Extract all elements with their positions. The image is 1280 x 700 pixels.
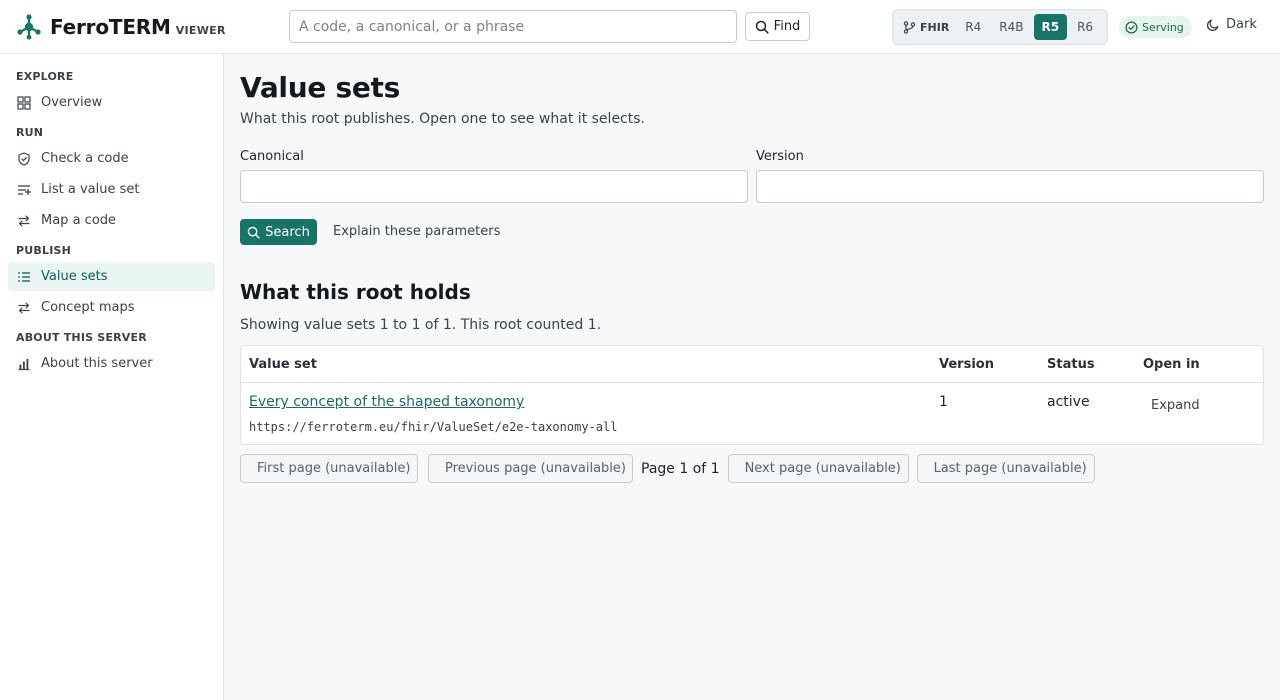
sidebar-section-about: ABOUT THIS SERVER <box>16 331 147 344</box>
sidebar-item-label: Concept maps <box>41 300 135 315</box>
find-label: Find <box>773 19 801 34</box>
arrows-swap-icon <box>18 301 30 314</box>
sidebar: EXPLORE Overview RUN Check a code List a… <box>0 54 224 700</box>
arrows-swap-icon <box>18 214 30 227</box>
status-label: Serving <box>1142 20 1184 34</box>
sidebar-section-run: RUN <box>16 126 44 139</box>
first-page-button[interactable]: First page (unavailable) <box>240 454 418 483</box>
sidebar-item-label: Overview <box>41 95 103 110</box>
find-button[interactable]: Find <box>745 12 810 41</box>
page-indicator: Page 1 of 1 <box>641 460 720 477</box>
page-subtitle: What this root publishes. Open one to se… <box>240 111 645 127</box>
search-icon <box>755 20 769 34</box>
app-subtitle: VIEWER <box>175 24 226 37</box>
section-title: What this root holds <box>240 280 471 304</box>
brand[interactable]: FerroTERM VIEWER <box>16 14 226 40</box>
previous-page-button[interactable]: Previous page (unavailable) <box>428 454 633 483</box>
sidebar-item-list-value-set[interactable]: List a value set <box>8 175 215 204</box>
column-header-status: Status <box>1047 357 1095 372</box>
value-sets-table: Value set Version Status Open in Every c… <box>240 345 1264 445</box>
sidebar-item-check-code[interactable]: Check a code <box>8 144 215 173</box>
sidebar-item-value-sets[interactable]: Value sets <box>8 262 215 291</box>
sidebar-item-label: Check a code <box>41 151 129 166</box>
value-set-link[interactable]: Every concept of the shaped taxonomy <box>249 394 524 410</box>
next-page-label: Next page (unavailable) <box>744 461 901 476</box>
shield-check-icon <box>18 151 30 166</box>
list-filter-icon <box>18 184 31 195</box>
next-page-button[interactable]: Next page (unavailable) <box>727 454 909 483</box>
column-header-version: Version <box>939 357 994 372</box>
previous-page-label: Previous page (unavailable) <box>445 461 626 476</box>
results-summary: Showing value sets 1 to 1 of 1. This roo… <box>240 317 602 333</box>
theme-label: Dark <box>1226 17 1257 32</box>
fhir-text: FHIR <box>920 20 950 34</box>
git-branch-icon <box>903 20 916 34</box>
sidebar-item-label: List a value set <box>41 182 140 197</box>
search-icon <box>247 226 260 239</box>
bar-chart-icon <box>18 358 30 370</box>
page-title: Value sets <box>240 71 401 104</box>
search-button[interactable]: Search <box>240 219 317 245</box>
status-badge: Serving <box>1119 16 1192 38</box>
last-page-button[interactable]: Last page (unavailable) <box>916 454 1095 483</box>
moon-icon <box>1206 19 1219 31</box>
column-header-open-in: Open in <box>1143 357 1200 372</box>
value-set-url: https://ferroterm.eu/fhir/ValueSet/e2e-t… <box>249 420 618 434</box>
version-r4b-button[interactable]: R4B <box>991 14 1031 40</box>
sidebar-item-map-code[interactable]: Map a code <box>8 206 215 235</box>
sidebar-item-overview[interactable]: Overview <box>8 88 215 117</box>
ferroterm-logo-icon <box>17 14 41 40</box>
app-name: FerroTERM <box>50 15 171 39</box>
version-input[interactable] <box>756 170 1264 203</box>
top-header: FerroTERM VIEWER Find FHIR R4 R4B R5 R6 <box>0 0 1280 54</box>
fhir-label: FHIR <box>897 21 955 34</box>
table-divider <box>241 382 1263 383</box>
canonical-label: Canonical <box>240 149 304 164</box>
expand-button[interactable]: Expand <box>1143 394 1208 416</box>
first-page-label: First page (unavailable) <box>257 461 411 476</box>
fhir-version-switcher: FHIR R4 R4B R5 R6 <box>892 9 1108 45</box>
theme-toggle[interactable]: Dark <box>1206 17 1257 32</box>
value-set-status: active <box>1047 394 1090 410</box>
version-r5-button[interactable]: R5 <box>1033 14 1068 40</box>
explain-parameters-link[interactable]: Explain these parameters <box>333 224 500 239</box>
list-icon <box>18 271 30 282</box>
last-page-label: Last page (unavailable) <box>933 461 1087 476</box>
version-r6-button[interactable]: R6 <box>1069 14 1101 40</box>
sidebar-section-explore: EXPLORE <box>16 70 74 83</box>
global-search-input[interactable] <box>289 10 737 43</box>
canonical-input[interactable] <box>240 170 748 203</box>
sidebar-item-concept-maps[interactable]: Concept maps <box>8 293 215 322</box>
check-circle-icon <box>1125 20 1138 34</box>
grid-icon <box>17 95 31 110</box>
value-set-version: 1 <box>939 394 948 410</box>
version-r4-button[interactable]: R4 <box>957 14 989 40</box>
sidebar-item-label: Map a code <box>41 213 117 228</box>
column-header-value-set: Value set <box>249 357 317 372</box>
sidebar-item-label: About this server <box>41 356 153 371</box>
sidebar-item-label: Value sets <box>41 269 108 284</box>
sidebar-section-publish: PUBLISH <box>16 244 72 257</box>
pagination: First page (unavailable) Previous page (… <box>240 454 1095 483</box>
version-label: Version <box>756 149 804 164</box>
sidebar-item-about-server[interactable]: About this server <box>8 349 215 378</box>
search-button-label: Search <box>265 224 310 240</box>
